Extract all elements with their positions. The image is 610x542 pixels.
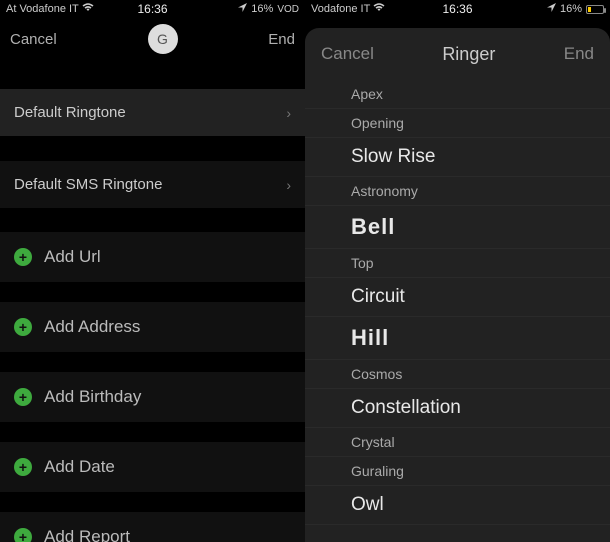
battery-pct: 16% xyxy=(251,3,273,15)
ringer-list[interactable]: ApexOpeningSlow RiseAstronomyBellTopCirc… xyxy=(305,80,610,525)
plus-icon: + xyxy=(14,318,32,336)
status-bar-left: At Vodafone IT 16:36 16% VOD xyxy=(0,0,305,18)
end-button[interactable]: End xyxy=(268,31,295,48)
ringer-item[interactable]: Top xyxy=(305,249,610,278)
ringer-item[interactable]: Constellation xyxy=(305,389,610,428)
chevron-right-icon: › xyxy=(286,177,291,193)
add-date-row[interactable]: + Add Date xyxy=(0,442,305,492)
ringer-item[interactable]: Astronomy xyxy=(305,177,610,206)
chevron-right-icon: › xyxy=(286,105,291,121)
add-address-row[interactable]: + Add Address xyxy=(0,302,305,352)
ringer-item[interactable]: Guraling xyxy=(305,457,610,486)
clock: 16:36 xyxy=(137,2,167,16)
row-label: Add Date xyxy=(44,457,115,477)
row-label: Add Url xyxy=(44,247,101,267)
ringer-item[interactable]: Bell xyxy=(305,206,610,249)
ringer-item[interactable]: Apex xyxy=(305,80,610,109)
ringer-item[interactable]: Owl xyxy=(305,486,610,525)
cancel-button[interactable]: Cancel xyxy=(321,44,374,64)
carrier-label: At Vodafone IT xyxy=(6,3,79,15)
battery-pct: 16% xyxy=(560,3,582,15)
ringer-sheet: Cancel Ringer End ApexOpeningSlow RiseAs… xyxy=(305,28,610,542)
status-bar-right: Vodafone IT 16:36 16% xyxy=(305,0,610,18)
ringer-item[interactable]: Slow Rise xyxy=(305,138,610,177)
location-icon xyxy=(547,3,556,15)
ringer-item[interactable]: Cosmos xyxy=(305,360,610,389)
nav-bar-right: Cancel Ringer End xyxy=(305,28,610,80)
plus-icon: + xyxy=(14,528,32,542)
row-label: Default Ringtone xyxy=(14,104,126,121)
default-sms-ringtone-row[interactable]: Default SMS Ringtone › xyxy=(0,160,305,208)
wifi-icon xyxy=(373,3,385,15)
default-ringtone-row[interactable]: Default Ringtone › xyxy=(0,88,305,136)
end-button[interactable]: End xyxy=(564,44,594,64)
plus-icon: + xyxy=(14,248,32,266)
ringer-item[interactable]: Circuit xyxy=(305,278,610,317)
row-label: Add Address xyxy=(44,317,140,337)
wifi-icon xyxy=(82,3,94,15)
cancel-button[interactable]: Cancel xyxy=(10,31,57,48)
ringer-item[interactable]: Hill xyxy=(305,317,610,360)
row-label: Add Birthday xyxy=(44,387,141,407)
plus-icon: + xyxy=(14,458,32,476)
avatar[interactable]: G xyxy=(148,24,178,54)
add-url-row[interactable]: + Add Url xyxy=(0,232,305,282)
add-birthday-row[interactable]: + Add Birthday xyxy=(0,372,305,422)
right-screen: Vodafone IT 16:36 16% Cancel Ringer End … xyxy=(305,0,610,542)
left-screen: At Vodafone IT 16:36 16% VOD Cancel G En… xyxy=(0,0,305,542)
row-label: Add Report xyxy=(44,527,130,542)
location-icon xyxy=(238,3,247,15)
clock: 16:36 xyxy=(442,2,472,16)
ringer-item[interactable]: Opening xyxy=(305,109,610,138)
carrier-label: Vodafone IT xyxy=(311,3,370,15)
add-report-row[interactable]: + Add Report xyxy=(0,512,305,542)
extra-label: VOD xyxy=(277,4,299,15)
ringer-item[interactable]: Crystal xyxy=(305,428,610,457)
plus-icon: + xyxy=(14,388,32,406)
battery-icon xyxy=(586,5,604,14)
nav-bar-left: Cancel G End xyxy=(0,18,305,60)
page-title: Ringer xyxy=(442,44,495,65)
row-label: Default SMS Ringtone xyxy=(14,176,162,193)
